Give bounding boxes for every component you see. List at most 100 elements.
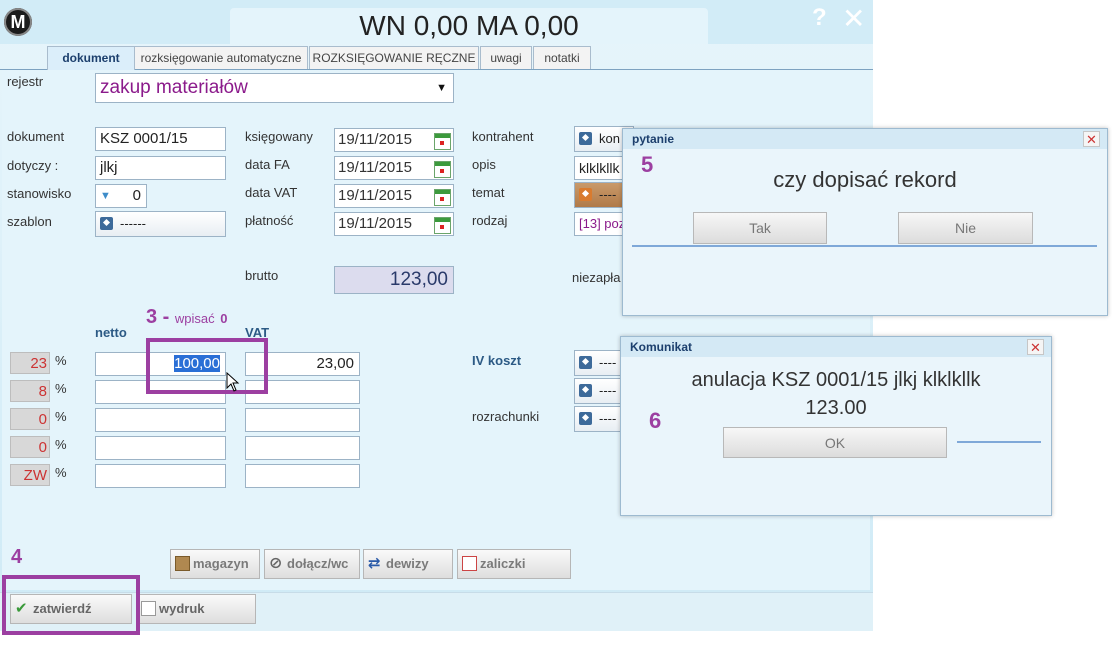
kontrahent-value: kon (599, 131, 620, 146)
dialog-komunikat-line1: anulacja KSZ 0001/15 jlkj klklkllk (691, 369, 981, 391)
app-logo-icon: M (4, 8, 32, 36)
iv-koszt-value-2: ---- (599, 383, 617, 398)
window-title: WN 0,00 MA 0,00 (230, 8, 708, 44)
vat-input-3[interactable] (245, 436, 360, 460)
dialog-pytanie: pytanie ✕ czy dopisać rekord Tak Nie (622, 128, 1108, 316)
mouse-cursor-icon (226, 372, 240, 392)
picker-arrow-icon (100, 217, 113, 230)
tab-rozksiegowanie-reczne[interactable]: ROZKSIĘGOWANIE RĘCZNE (309, 46, 479, 69)
dialog-komunikat: Komunikat ✕ anulacja KSZ 0001/15 jlkj kl… (620, 336, 1052, 516)
netto-input-3[interactable] (95, 436, 226, 460)
dokument-label: dokument (7, 129, 65, 144)
annotation-box-zatwierdz (2, 575, 140, 635)
magazyn-button[interactable]: magazyn (170, 549, 260, 579)
netto-input-2[interactable] (95, 408, 226, 432)
kontrahent-label: kontrahent (472, 129, 534, 144)
picker-arrow-icon (579, 384, 592, 397)
tab-uwagi[interactable]: uwagi (480, 46, 532, 69)
calendar-icon[interactable] (434, 133, 451, 150)
dokument-input[interactable]: KSZ 0001/15 (95, 127, 226, 151)
vat-rate-4: ZW (10, 464, 50, 486)
paperclip-icon: ⊘ (269, 555, 283, 572)
datafa-label: data FA (245, 157, 290, 172)
tab-rozksiegowanie-automatyczne[interactable]: rozksięgowanie automatyczne (134, 46, 308, 69)
platnosc-date-input[interactable]: 19/11/2015 (334, 212, 454, 236)
annotation-step3-zero: 0 (220, 311, 228, 326)
netto-input-4[interactable] (95, 464, 226, 488)
wydruk-button[interactable]: wydruk (136, 594, 256, 624)
zaliczki-button[interactable]: zaliczki (457, 549, 571, 579)
wydruk-label: wydruk (159, 601, 205, 616)
ksiegowany-label: księgowany (245, 129, 313, 144)
tab-notatki[interactable]: notatki (533, 46, 591, 69)
szablon-picker[interactable]: ------ (95, 211, 226, 237)
szablon-value: ------ (120, 216, 146, 231)
tab-bar: dokument rozksięgowanie automatyczne ROZ… (0, 44, 873, 71)
datafa-date-input[interactable]: 19/11/2015 (334, 156, 454, 180)
dolacz-button[interactable]: ⊘ dołącz/wc (264, 549, 360, 579)
calendar-icon[interactable] (434, 161, 451, 178)
opis-label: opis (472, 157, 496, 172)
datafa-value: 19/11/2015 (338, 159, 412, 176)
rejestr-select[interactable]: zakup materiałów ▼ (95, 73, 454, 103)
temat-value: ---- (599, 187, 617, 202)
dialog-komunikat-close-button[interactable]: ✕ (1027, 339, 1044, 355)
annotation-step5: 5 (641, 152, 654, 177)
dialog-komunikat-title: Komunikat (621, 337, 1051, 357)
picker-arrow-icon (579, 132, 592, 145)
zaliczki-label: zaliczki (480, 556, 526, 571)
percent-sign: % (55, 465, 67, 480)
close-window-button[interactable]: ✕ (842, 2, 865, 35)
nie-button[interactable]: Nie (898, 212, 1033, 244)
tab-dokument[interactable]: dokument (47, 46, 135, 71)
dialog-pytanie-message: czy dopisać rekord (773, 167, 957, 192)
percent-sign: % (55, 409, 67, 424)
dewizy-button[interactable]: ⇄ dewizy (363, 549, 453, 579)
rozrachunki-value: ---- (599, 411, 617, 426)
ksiegowany-date-input[interactable]: 19/11/2015 (334, 128, 454, 152)
dialog-divider (632, 245, 1097, 247)
calendar-icon[interactable] (434, 189, 451, 206)
dropdown-arrow-icon: ▼ (436, 82, 447, 94)
vat-rate-0: 23 (10, 352, 50, 374)
brutto-value: 123,00 (334, 266, 454, 294)
datavat-date-input[interactable]: 19/11/2015 (334, 184, 454, 208)
rodzaj-label: rodzaj (472, 213, 508, 228)
document-icon (462, 556, 477, 571)
platnosc-label: płatność (245, 213, 294, 228)
iv-koszt-label: IV koszt (472, 353, 522, 368)
stanowisko-dropdown-icon[interactable]: ▼ (100, 185, 111, 207)
print-document-icon (141, 601, 156, 616)
help-button[interactable]: ? (812, 4, 827, 32)
datavat-value: 19/11/2015 (338, 187, 412, 204)
box-icon (175, 556, 190, 571)
dialog-divider (957, 441, 1041, 443)
iv-koszt-value-1: ---- (599, 355, 617, 370)
dotyczy-input[interactable]: jlkj (95, 156, 226, 180)
tak-button[interactable]: Tak (693, 212, 827, 244)
ok-button[interactable]: OK (723, 427, 947, 458)
picker-arrow-icon (579, 412, 592, 425)
netto-column-header: netto (95, 325, 127, 340)
stanowisko-value: 0 (132, 187, 141, 204)
vat-input-2[interactable] (245, 408, 360, 432)
picker-arrow-icon (579, 356, 592, 369)
dolacz-label: dołącz/wc (287, 556, 349, 571)
vat-input-4[interactable] (245, 464, 360, 488)
picker-arrow-icon (579, 188, 592, 201)
stanowisko-input[interactable]: ▼ 0 (95, 184, 147, 208)
annotation-step6: 6 (649, 408, 662, 433)
exchange-icon: ⇄ (368, 555, 381, 572)
dialog-pytanie-close-button[interactable]: ✕ (1083, 131, 1100, 147)
temat-label: temat (472, 185, 505, 200)
niezaplacone-label: niezapła (572, 270, 621, 285)
stanowisko-label: stanowisko (7, 186, 72, 201)
vat-rate-3: 0 (10, 436, 50, 458)
calendar-icon[interactable] (434, 217, 451, 234)
annotation-step4: 4 (11, 546, 23, 568)
annotation-step3-text: wpisać (174, 311, 215, 326)
magazyn-label: magazyn (193, 556, 249, 571)
title-bar: M WN 0,00 MA 0,00 ? ✕ (0, 0, 873, 44)
annotation-box-netto (146, 338, 268, 394)
vat-rate-1: 8 (10, 380, 50, 402)
